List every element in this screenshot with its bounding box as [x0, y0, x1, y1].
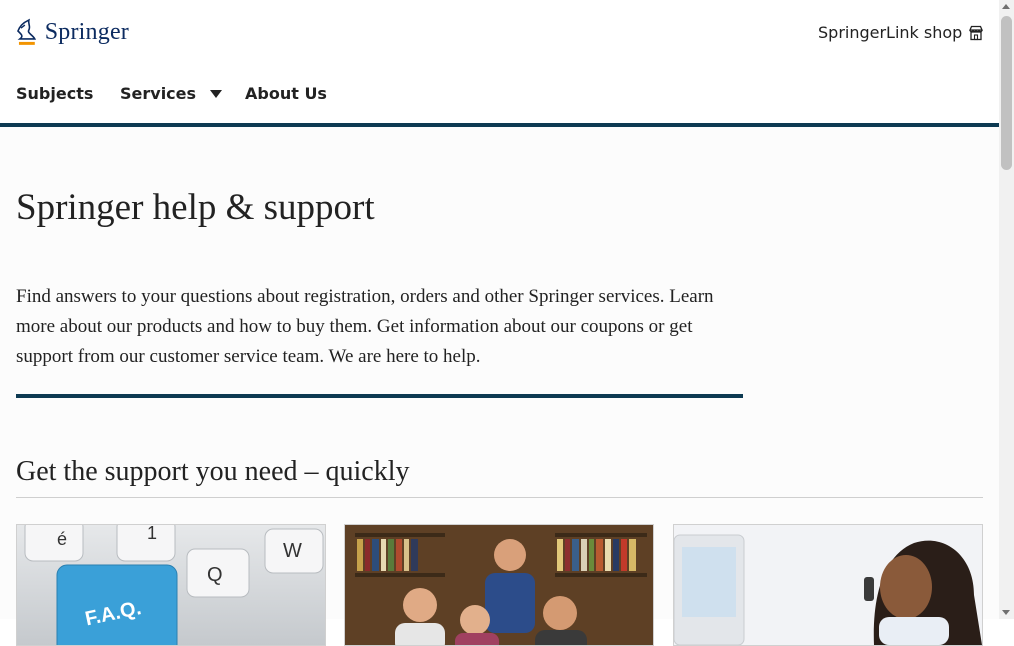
springer-logo[interactable]: Springer	[15, 16, 129, 48]
nav-subjects-label: Subjects	[16, 84, 94, 103]
section-divider	[16, 497, 983, 498]
page-title: Springer help & support	[16, 187, 375, 228]
scrollbar-thumb[interactable]	[1001, 16, 1012, 170]
contact-card[interactable]	[673, 524, 983, 646]
faq-keyboard-photo: é 1 W Q F.A.Q.	[24, 525, 324, 645]
chevron-down-icon	[210, 89, 223, 98]
springer-horse-icon	[17, 18, 37, 45]
storefront-icon	[969, 25, 984, 40]
key-label: Q	[207, 564, 223, 586]
nav-subjects[interactable]: Subjects	[16, 79, 93, 108]
group-card[interactable]	[344, 524, 654, 646]
group-in-library-photo	[345, 525, 653, 645]
faq-card[interactable]: é 1 W Q F.A.Q.	[16, 524, 326, 646]
nav-services-label: Services	[120, 84, 197, 103]
nav-about-us-label: About Us	[245, 84, 327, 103]
nav-about-us[interactable]: About Us	[245, 79, 327, 108]
woman-on-phone-photo	[674, 525, 982, 645]
intro-divider	[16, 394, 743, 398]
logo-wordmark: Springer	[44, 18, 129, 45]
nav-services[interactable]: Services	[120, 79, 223, 108]
main-nav: Subjects Services About Us	[0, 63, 999, 127]
scroll-up-arrow-icon[interactable]	[1002, 4, 1010, 9]
scroll-down-arrow-icon[interactable]	[1002, 610, 1010, 615]
page: Springer SpringerLink shop Subjects Serv…	[0, 0, 999, 646]
key-label: é	[57, 529, 67, 549]
springerlink-shop-link[interactable]: SpringerLink shop	[818, 18, 984, 47]
section-title: Get the support you need – quickly	[16, 456, 410, 487]
vertical-scrollbar[interactable]	[999, 0, 1014, 619]
key-label: 1	[147, 525, 157, 543]
top-bar: Springer SpringerLink shop	[0, 0, 999, 64]
intro-paragraph: Find answers to your questions about reg…	[16, 286, 714, 367]
shop-link-label: SpringerLink shop	[818, 23, 963, 42]
key-label: W	[283, 540, 302, 562]
